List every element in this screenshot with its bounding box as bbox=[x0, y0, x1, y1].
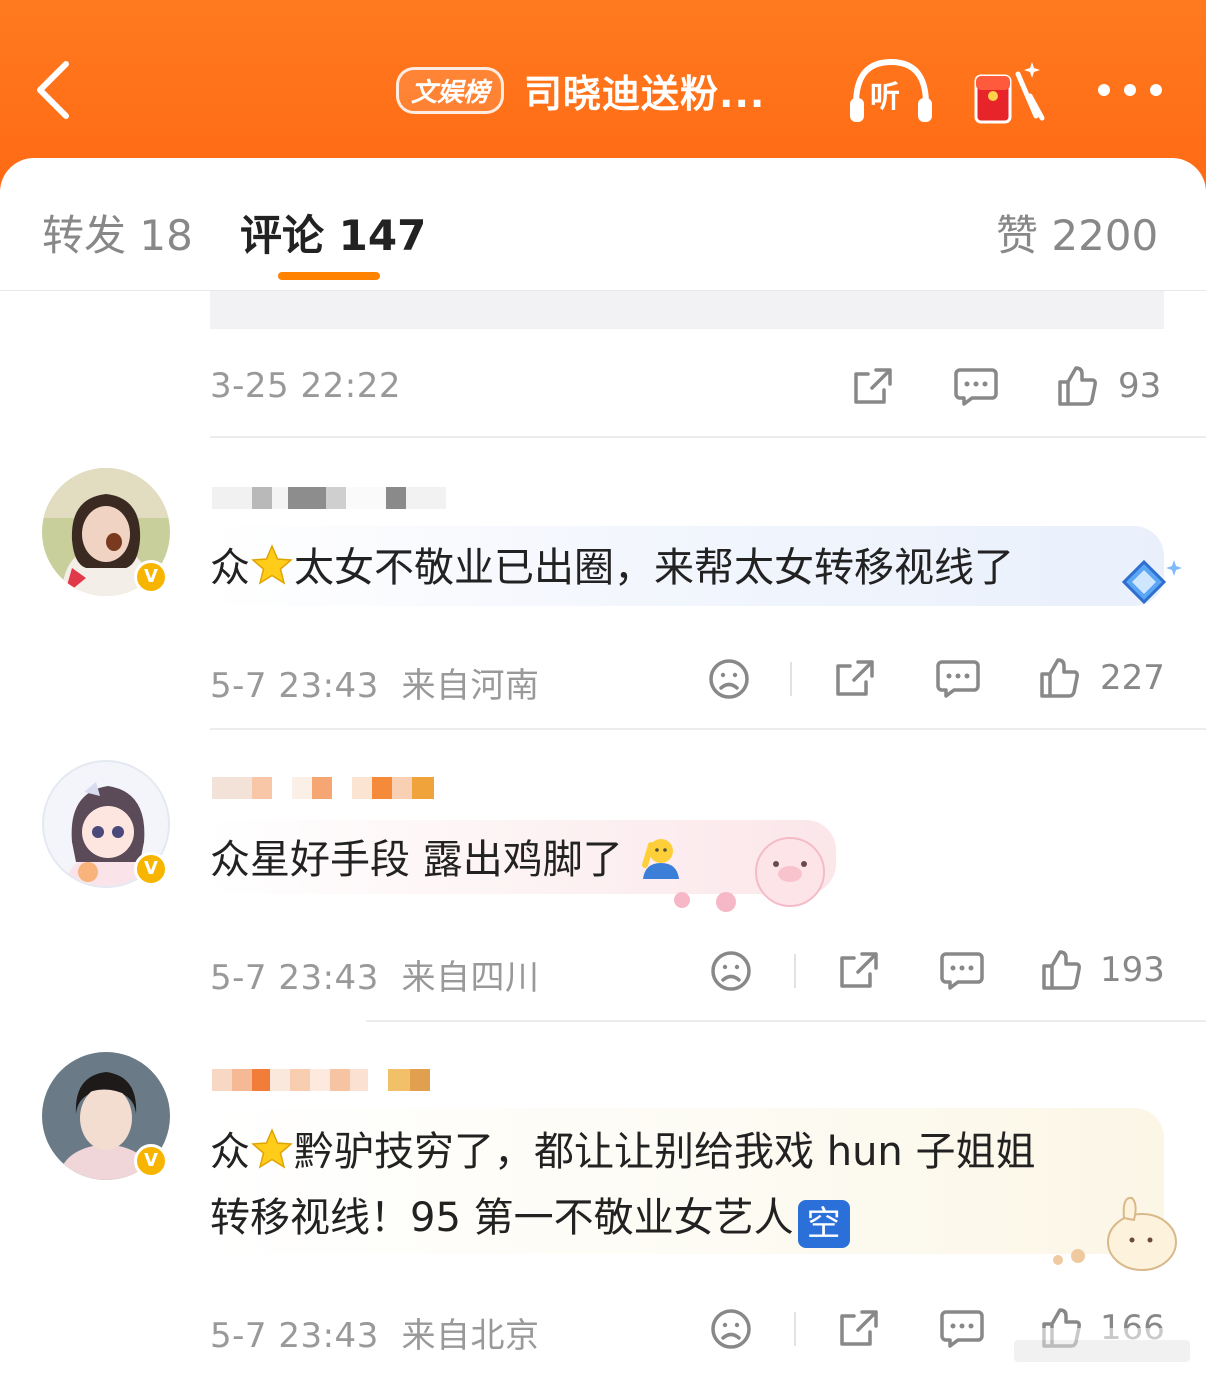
like-icon[interactable] bbox=[1038, 656, 1080, 698]
diamond-decoration-icon bbox=[1121, 559, 1182, 605]
like-icon[interactable] bbox=[1056, 364, 1098, 406]
pig-decoration-icon bbox=[674, 837, 825, 912]
separator bbox=[794, 1312, 796, 1346]
divider bbox=[210, 728, 1206, 730]
comment-text-part: 众星好手段 露出鸡脚了 bbox=[210, 837, 623, 883]
username[interactable] bbox=[212, 770, 434, 806]
comment-text-line: 转移视线！95 第一不敬业女艺人空 bbox=[210, 1186, 850, 1250]
listen-label: 听 bbox=[870, 80, 900, 115]
like-count: 227 bbox=[1100, 658, 1165, 698]
comment-text-part: 众 bbox=[210, 1129, 250, 1175]
quoted-content-box[interactable] bbox=[210, 291, 1164, 329]
comment-time: 5-7 23:43 来自河南 bbox=[210, 658, 539, 707]
share-icon[interactable] bbox=[838, 1308, 880, 1348]
entertainment-rank-badge[interactable]: 文娱榜 bbox=[396, 66, 505, 114]
comment-text-line: 众黔驴技穷了，都让让别给我戏 hun 子姐姐 bbox=[210, 1120, 1035, 1184]
back-icon[interactable] bbox=[30, 58, 80, 122]
tab-likes[interactable]: 赞 2200 bbox=[996, 202, 1158, 263]
comment-time: 5-7 23:43 来自北京 bbox=[210, 1308, 539, 1357]
comment-text: 众星好手段 露出鸡脚了 bbox=[210, 828, 681, 892]
facepalm-emoji-icon bbox=[641, 839, 679, 879]
reply-icon[interactable] bbox=[940, 1308, 984, 1348]
star-emoji-icon bbox=[251, 1128, 293, 1169]
more-icon[interactable] bbox=[1094, 72, 1166, 108]
dislike-icon[interactable] bbox=[710, 1308, 752, 1350]
listen-button[interactable]: 听 bbox=[848, 56, 934, 126]
share-icon[interactable] bbox=[852, 366, 894, 406]
comment-text-part: 转移视线！95 第一不敬业女艺人 bbox=[210, 1195, 794, 1241]
reply-icon[interactable] bbox=[936, 658, 980, 698]
comment-text-part: 众 bbox=[210, 545, 250, 591]
bunny-decoration-icon bbox=[1053, 1196, 1177, 1271]
location: 来自四川 bbox=[401, 958, 540, 998]
share-icon[interactable] bbox=[838, 950, 880, 990]
verified-badge: V bbox=[134, 1144, 168, 1178]
active-tab-indicator bbox=[278, 272, 380, 280]
title-area[interactable]: 文娱榜 司晓迪送粉... bbox=[396, 62, 765, 118]
location: 来自河南 bbox=[401, 666, 540, 706]
empty-emoji-icon: 空 bbox=[797, 1200, 850, 1248]
tab-comments[interactable]: 评论 147 bbox=[240, 202, 426, 263]
verified-badge: V bbox=[134, 852, 168, 886]
dislike-icon[interactable] bbox=[708, 658, 750, 700]
red-packet-icon[interactable] bbox=[972, 56, 1048, 126]
page-title: 司晓迪送粉... bbox=[524, 71, 766, 116]
comment-text-part: 黔驴技穷了，都让让别给我戏 hun 子姐姐 bbox=[294, 1129, 1036, 1175]
time: 5-7 23:43 bbox=[210, 958, 379, 998]
dislike-icon[interactable] bbox=[710, 950, 752, 992]
comment-text-part: 太女不敬业已出圈，来帮太女转移视线了 bbox=[294, 545, 1014, 591]
reply-icon[interactable] bbox=[954, 366, 998, 406]
like-count: 93 bbox=[1118, 366, 1162, 406]
like-icon[interactable] bbox=[1040, 948, 1082, 990]
share-icon[interactable] bbox=[834, 658, 876, 698]
reply-icon[interactable] bbox=[940, 950, 984, 990]
separator bbox=[794, 954, 796, 988]
time: 5-7 23:43 bbox=[210, 666, 379, 706]
divider bbox=[210, 436, 1206, 438]
like-count: 193 bbox=[1100, 950, 1165, 990]
star-emoji-icon bbox=[251, 544, 293, 585]
watermark bbox=[1004, 1328, 1200, 1374]
username[interactable] bbox=[212, 1062, 430, 1098]
time: 5-7 23:43 bbox=[210, 1316, 379, 1356]
location: 来自北京 bbox=[401, 1316, 540, 1356]
comment-time: 3-25 22:22 bbox=[210, 366, 401, 406]
username[interactable] bbox=[212, 480, 446, 516]
separator bbox=[790, 662, 792, 696]
divider bbox=[366, 1020, 1206, 1022]
comment-text: 众太女不敬业已出圈，来帮太女转移视线了 bbox=[210, 536, 1014, 600]
verified-badge: V bbox=[134, 560, 168, 594]
tab-reposts[interactable]: 转发 18 bbox=[42, 202, 193, 263]
tab-bar: 转发 18 评论 147 赞 2200 bbox=[0, 158, 1206, 291]
comment-time: 5-7 23:43 来自四川 bbox=[210, 950, 539, 999]
